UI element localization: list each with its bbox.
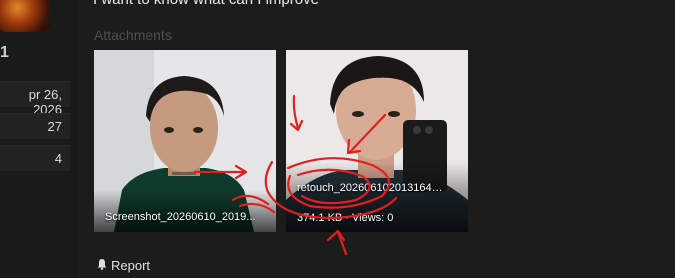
post-body: I want to know what can I improve bbox=[93, 0, 319, 8]
user-count: 1 bbox=[0, 44, 9, 61]
photo-person-1 bbox=[94, 50, 276, 232]
report-button[interactable]: Report bbox=[96, 258, 150, 273]
avatar[interactable] bbox=[0, 0, 50, 32]
sidebar: 1 pr 26, 2026 27 4 bbox=[0, 0, 78, 278]
report-label: Report bbox=[111, 258, 151, 273]
attachment-thumbnail-1[interactable]: Screenshot_20260610_2019... bbox=[94, 50, 276, 232]
bell-icon bbox=[96, 258, 108, 273]
reaction-count: 4 bbox=[0, 145, 70, 171]
photo-person-2 bbox=[286, 50, 468, 232]
attachments-label: Attachments bbox=[94, 27, 172, 43]
joined-date: pr 26, 2026 bbox=[0, 81, 70, 117]
message-count: 27 bbox=[0, 113, 70, 139]
attachment-meta-2: 374.1 KB · Views: 0 bbox=[297, 212, 394, 224]
attachment-thumbnail-2[interactable]: retouch_202606102013164… 374.1 KB · View… bbox=[286, 50, 468, 232]
attachment-filename-1[interactable]: Screenshot_20260610_2019... bbox=[94, 211, 276, 223]
attachment-filename-2[interactable]: retouch_202606102013164… bbox=[286, 182, 468, 194]
